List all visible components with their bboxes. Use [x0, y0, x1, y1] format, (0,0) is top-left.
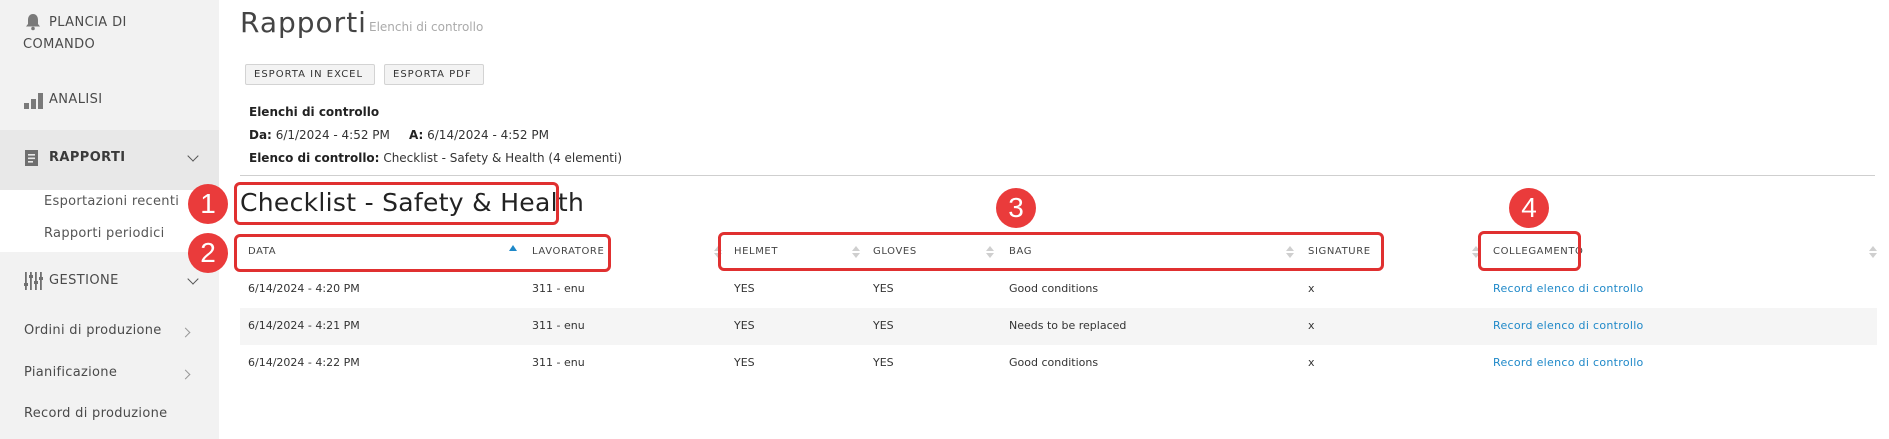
- annotation-box-checklist-items: [718, 232, 1384, 271]
- table-row: 6/14/2024 - 4:20 PM 311 - enu YES YES Go…: [240, 271, 1877, 308]
- sidebar-subitem-rapporti-periodici[interactable]: Rapporti periodici: [44, 226, 165, 241]
- report-info-heading-text: Elenchi di controllo: [249, 105, 380, 119]
- sidebar-item-label: GESTIONE: [49, 273, 119, 288]
- report-info-heading: Elenchi di controllo: [249, 105, 379, 119]
- divider: [240, 175, 1875, 176]
- cell-signature: x: [1308, 282, 1315, 295]
- cell-data: 6/14/2024 - 4:21 PM: [248, 319, 360, 332]
- report-checklist-info: Elenco di controllo: Checklist - Safety …: [249, 151, 622, 165]
- cell-helmet: YES: [734, 319, 755, 332]
- annotation-badge-4: 4: [1509, 188, 1549, 228]
- sidebar-item-rapporti-header[interactable]: RAPPORTI: [0, 130, 219, 190]
- cell-signature: x: [1308, 356, 1315, 369]
- sliders-icon: [24, 272, 43, 290]
- annotation-badge-2: 2: [188, 233, 228, 273]
- sidebar-link-pianificazione[interactable]: Pianificazione: [24, 365, 117, 380]
- cell-data: 6/14/2024 - 4:22 PM: [248, 356, 360, 369]
- sidebar-item-label: RAPPORTI: [49, 150, 126, 165]
- annotation-box-data-worker: [234, 234, 611, 272]
- cell-lavoratore: 311 - enu: [532, 282, 585, 295]
- cell-bag: Good conditions: [1009, 282, 1099, 295]
- page-subtitle: Elenchi di controllo: [369, 20, 484, 34]
- report-icon: [25, 150, 38, 166]
- cell-gloves: YES: [873, 356, 894, 369]
- sidebar-item-rapporti[interactable]: RAPPORTI: [0, 130, 219, 190]
- cell-bag: Needs to be replaced: [1009, 319, 1127, 332]
- table-row: 6/14/2024 - 4:22 PM 311 - enu YES YES Go…: [240, 345, 1877, 382]
- checklist-label: Elenco di controllo:: [249, 151, 380, 165]
- from-value: 6/1/2024 - 4:52 PM: [275, 128, 390, 142]
- chevron-right-icon: [180, 327, 191, 338]
- sidebar-subitem-esportazioni-recenti[interactable]: Esportazioni recenti: [44, 194, 179, 209]
- sidebar-item-gestione[interactable]: GESTIONE: [0, 268, 219, 296]
- annotation-badge-1: 1: [188, 184, 228, 224]
- cell-helmet: YES: [734, 282, 755, 295]
- cell-signature: x: [1308, 319, 1315, 332]
- annotation-box-link: [1478, 231, 1581, 271]
- cell-gloves: YES: [873, 319, 894, 332]
- sidebar-item-label: PLANCIA DI COMANDO: [23, 15, 127, 52]
- sidebar-link-record-di-produzione[interactable]: Record di produzione: [24, 406, 167, 421]
- sidebar-link-ordini-di-produzione[interactable]: Ordini di produzione: [24, 323, 162, 338]
- export-excel-button[interactable]: ESPORTA IN EXCEL: [245, 64, 375, 85]
- from-label: Da:: [249, 128, 272, 142]
- cell-bag: Good conditions: [1009, 356, 1099, 369]
- table-row: 6/14/2024 - 4:21 PM 311 - enu YES YES Ne…: [240, 308, 1877, 345]
- sidebar-item-dashboard[interactable]: PLANCIA DI COMANDO: [0, 10, 219, 54]
- sidebar-item-label: ANALISI: [49, 92, 103, 107]
- checklist-value: Checklist - Safety & Health (4 elementi): [383, 151, 623, 165]
- to-label: A:: [408, 128, 424, 142]
- cell-gloves: YES: [873, 282, 894, 295]
- checklist-record-link[interactable]: Record elenco di controllo: [1493, 319, 1644, 332]
- annotation-badge-3: 3: [996, 188, 1036, 228]
- cell-lavoratore: 311 - enu: [532, 319, 585, 332]
- cell-data: 6/14/2024 - 4:20 PM: [248, 282, 360, 295]
- chevron-right-icon: [180, 369, 191, 380]
- sidebar: PLANCIA DI COMANDO ANALISI RAPPORTI Espo…: [0, 0, 219, 439]
- sort-icon[interactable]: [1869, 244, 1877, 260]
- checklist-record-link[interactable]: Record elenco di controllo: [1493, 282, 1644, 295]
- bar-chart-icon: [24, 93, 43, 109]
- annotation-box-title: [234, 182, 559, 225]
- page-title: Rapporti: [240, 6, 367, 39]
- chevron-down-icon: [187, 273, 199, 285]
- export-pdf-button[interactable]: ESPORTA PDF: [384, 64, 484, 85]
- sidebar-item-analisi[interactable]: ANALISI: [0, 90, 219, 112]
- report-date-range: Da: 6/1/2024 - 4:52 PM A: 6/14/2024 - 4:…: [249, 128, 549, 142]
- cell-lavoratore: 311 - enu: [532, 356, 585, 369]
- cell-helmet: YES: [734, 356, 755, 369]
- chevron-down-icon: [187, 150, 199, 162]
- rapporti-submenu: Esportazioni recenti Rapporti periodici: [0, 190, 219, 252]
- to-value: 6/14/2024 - 4:52 PM: [427, 128, 549, 142]
- checklist-record-link[interactable]: Record elenco di controllo: [1493, 356, 1644, 369]
